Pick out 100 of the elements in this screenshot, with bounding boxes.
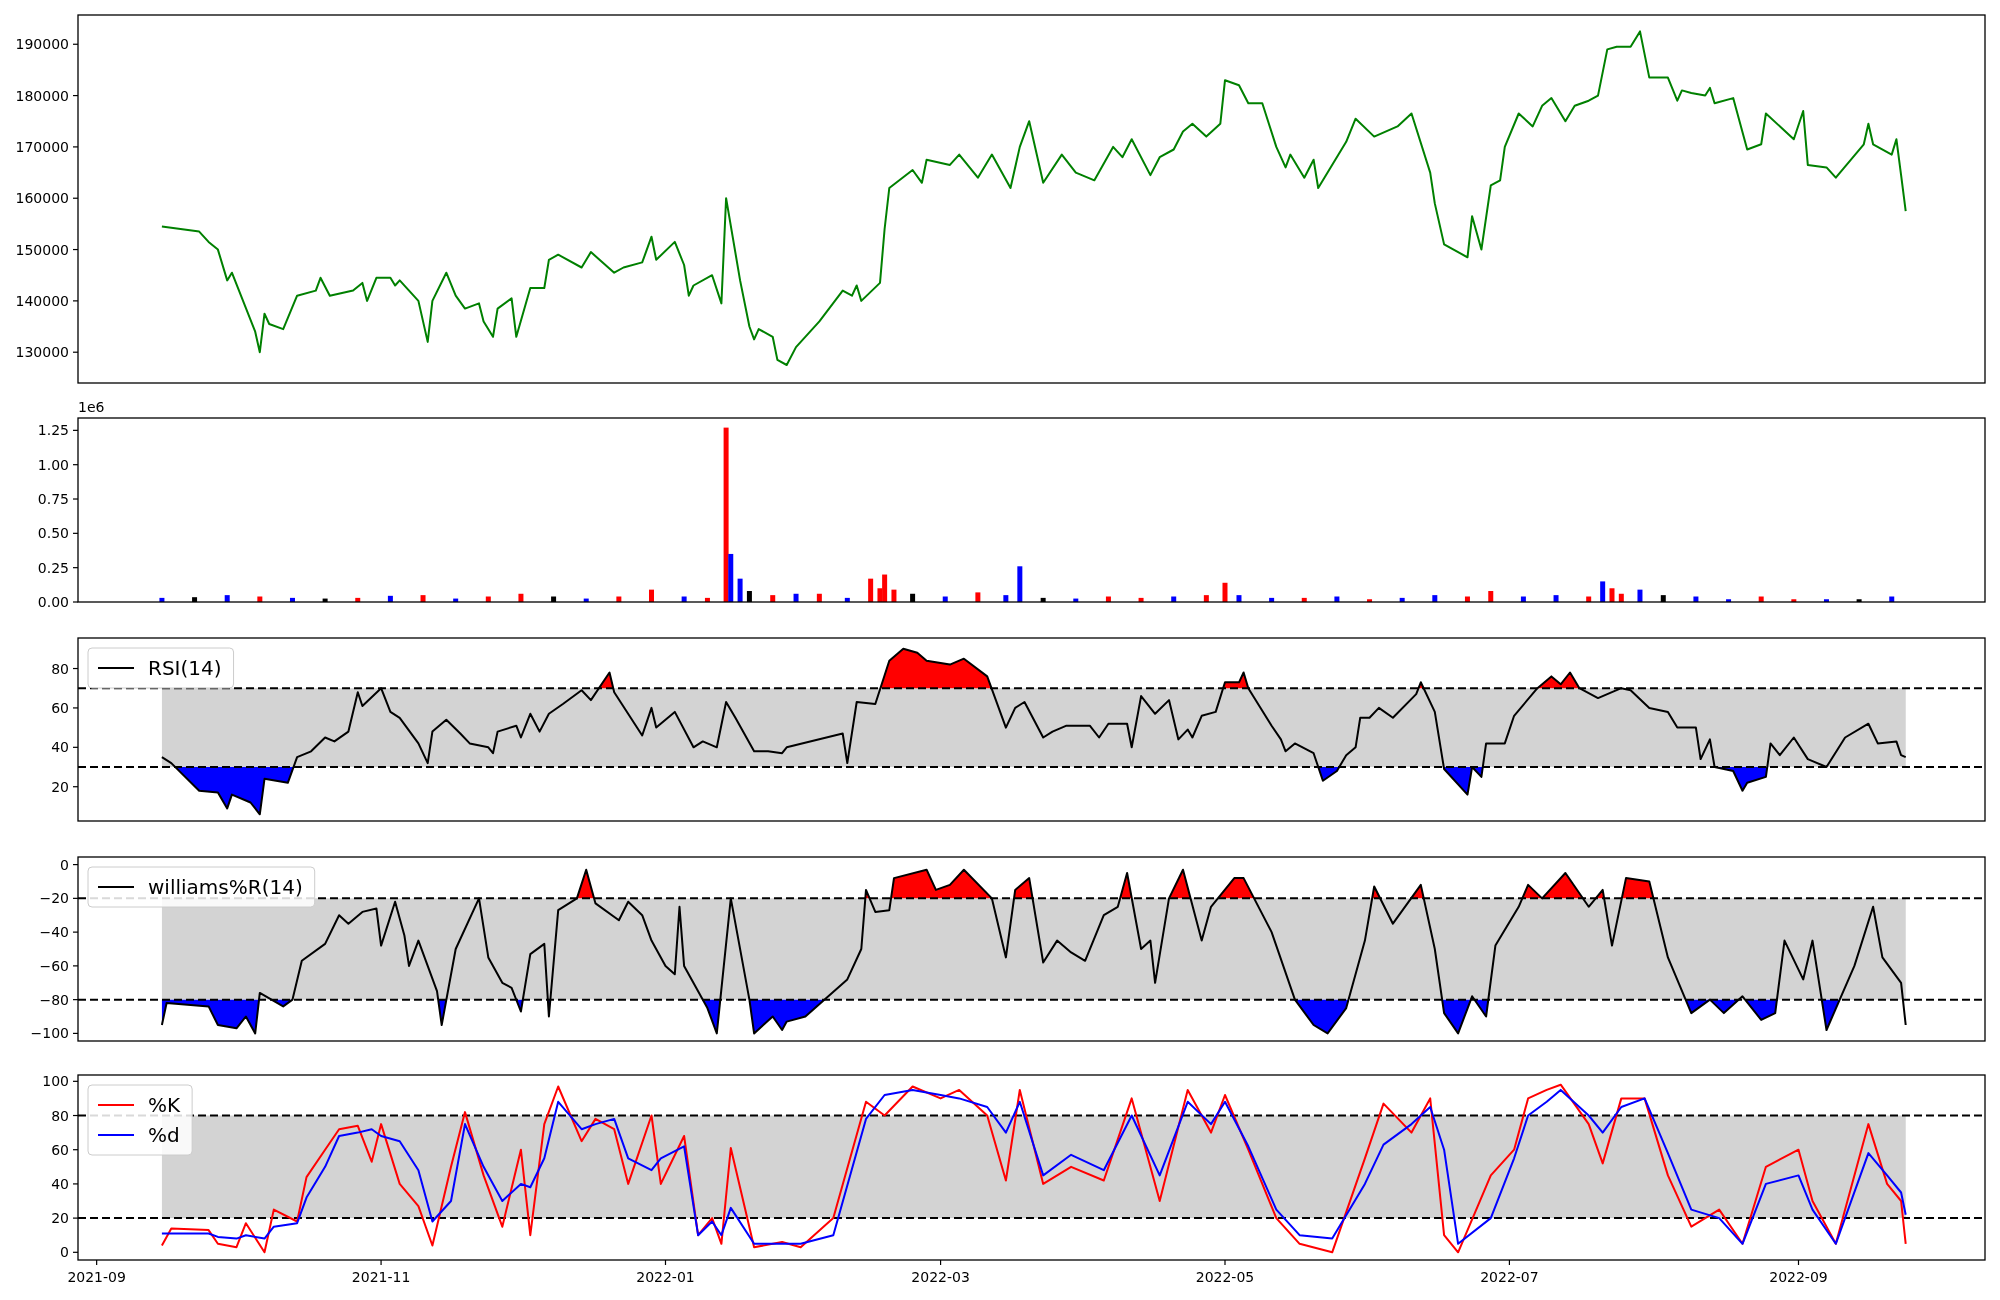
y-tick-label: 1.25 — [37, 422, 69, 439]
volume-bar — [1856, 599, 1862, 602]
tick-mark — [72, 43, 79, 45]
y-tick-label: 0.00 — [37, 594, 69, 610]
volume-bar — [1432, 595, 1438, 602]
volume-bar — [322, 598, 328, 602]
tick-mark — [72, 1183, 79, 1185]
oversold-fill — [1442, 999, 1471, 1034]
volume-bar — [257, 596, 263, 602]
volume-bar — [159, 597, 165, 602]
volume-bar — [1399, 597, 1405, 602]
tick-mark — [72, 897, 79, 899]
x-tick-label: 2022-07 — [1480, 1269, 1539, 1285]
y-tick-label: 0 — [60, 1244, 69, 1261]
y-tick-label: −80 — [39, 991, 69, 1008]
volume-bar — [1171, 596, 1177, 602]
x-tick-label: 2022-03 — [911, 1269, 970, 1285]
legend-label: %K — [148, 1093, 181, 1117]
volume-bar — [1301, 597, 1307, 602]
y-tick-label: 0.25 — [37, 559, 69, 576]
tick-mark — [72, 1217, 79, 1219]
y-tick-label: 0.75 — [37, 491, 69, 507]
tick-mark — [664, 1259, 667, 1266]
volume-bar — [1618, 593, 1624, 602]
y-tick-label: 140000 — [15, 292, 69, 309]
volume-bar — [1520, 596, 1526, 602]
volume-bar — [737, 578, 743, 602]
volume-bar — [551, 596, 557, 602]
overbought-fill — [1537, 672, 1580, 689]
tick-mark — [72, 498, 79, 500]
y-tick-label: 80 — [51, 1107, 69, 1124]
volume-bar — [1367, 599, 1373, 602]
tick-mark — [72, 567, 79, 569]
legend-line-icon — [97, 886, 135, 888]
y-tick-label: 180000 — [15, 87, 69, 104]
volume-bar — [816, 593, 822, 602]
tick-mark — [72, 1251, 79, 1253]
tick-mark — [1508, 1259, 1510, 1266]
legend-label: williams%R(14) — [148, 875, 303, 899]
legend-line-icon — [97, 1104, 135, 1106]
tick-mark — [72, 965, 79, 967]
volume-bar — [290, 597, 295, 602]
tick-mark — [72, 146, 79, 148]
y-tick-label: −40 — [39, 924, 69, 941]
volume-bar — [224, 595, 230, 602]
tick-mark — [72, 1080, 79, 1082]
volume-bar — [1600, 581, 1606, 602]
volume-bar — [453, 598, 459, 602]
y-tick-label: 40 — [51, 739, 69, 756]
volume-bar — [1609, 588, 1615, 602]
volume-bar — [1791, 599, 1797, 602]
volume-bar — [1334, 596, 1340, 602]
volume-bar — [1637, 589, 1643, 602]
volume-bar — [420, 595, 426, 602]
tick-mark — [72, 1149, 79, 1151]
legend-line-icon — [97, 667, 135, 669]
volume-bar — [1488, 591, 1494, 602]
volume-bar — [793, 593, 799, 602]
tick-mark — [72, 707, 79, 709]
volume-bar — [1553, 595, 1559, 602]
tick-mark — [96, 1259, 98, 1266]
volume-bar — [1758, 596, 1764, 602]
volume-bar — [1138, 597, 1144, 602]
tick-mark — [72, 864, 79, 866]
overbought-fill — [1014, 878, 1033, 899]
y-tick-label: 20 — [51, 778, 69, 795]
y-tick-label: 150000 — [15, 241, 69, 258]
tick-mark — [72, 300, 79, 302]
volume-bar — [1889, 596, 1895, 602]
tick-mark — [1224, 1259, 1226, 1266]
y-tick-label: 190000 — [15, 36, 69, 53]
tick-mark — [72, 464, 79, 466]
x-tick-label: 2022-01 — [636, 1269, 695, 1285]
tick-mark — [72, 786, 79, 788]
volume-bar — [1269, 597, 1275, 602]
tick-mark — [72, 667, 79, 670]
x-tick-label: 2021-09 — [67, 1269, 126, 1285]
volume-bar — [1017, 566, 1023, 602]
volume-bar — [387, 595, 393, 602]
volume-bar — [583, 598, 589, 602]
tick-mark — [1797, 1259, 1800, 1266]
y-tick-label: 0.50 — [37, 525, 69, 542]
tick-mark — [72, 746, 79, 748]
volume-bar — [770, 595, 776, 602]
y-tick-label: 40 — [51, 1175, 69, 1192]
x-tick-label: 2022-09 — [1769, 1269, 1828, 1285]
tick-mark — [72, 1032, 79, 1034]
volume-bar — [355, 597, 361, 602]
volume-bar — [518, 593, 524, 602]
volume-bar — [681, 596, 687, 602]
volume-bar — [1203, 595, 1209, 602]
volume-bar — [1105, 596, 1111, 602]
y-tick-label: 80 — [51, 660, 69, 677]
tick-mark — [72, 248, 79, 251]
tick-mark — [72, 197, 79, 199]
legend-label: RSI(14) — [148, 656, 222, 680]
legend-line-icon — [97, 1134, 135, 1136]
x-tick-label: 2021-11 — [351, 1269, 411, 1285]
y-tick-label: −60 — [39, 957, 69, 974]
y-tick-label: −20 — [39, 890, 69, 907]
